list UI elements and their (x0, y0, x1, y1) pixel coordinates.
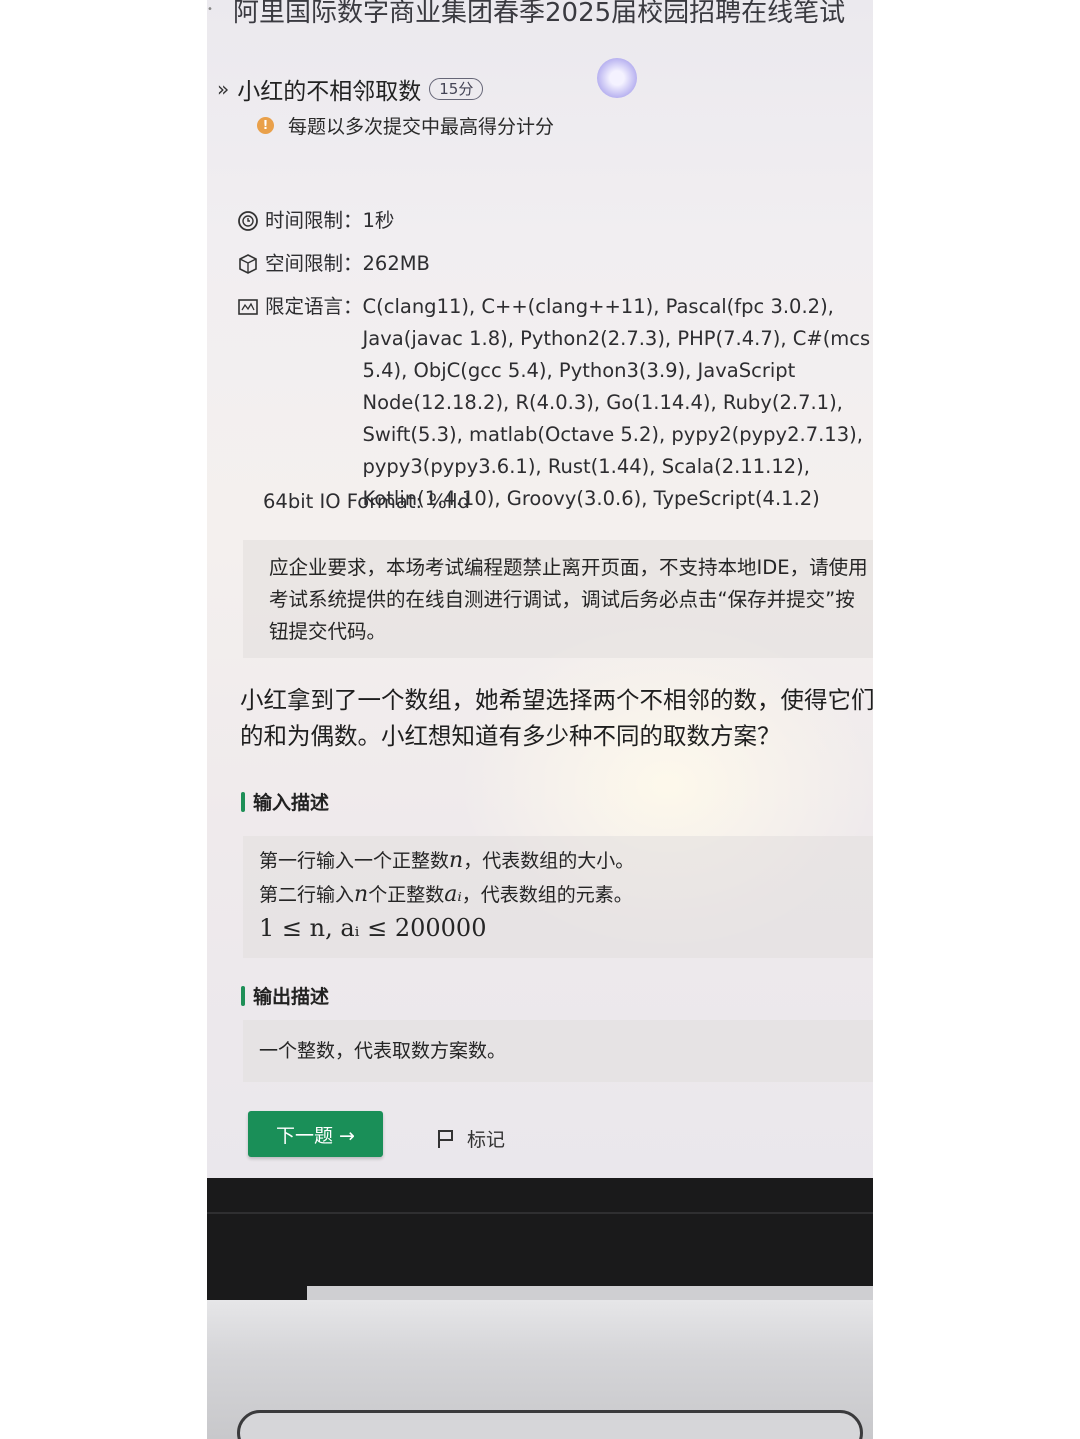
language-limit-value: C(clang11), C++(clang++11), Pascal(fpc 3… (362, 295, 871, 510)
input-line-1: 第一行输入一个正整数n，代表数组的大小。 (259, 848, 635, 873)
language-limit-label: 限定语言： (265, 295, 363, 318)
flag-icon (438, 1129, 453, 1148)
language-limit: 限定语言： C(clang11), C++(clang++11), Pascal… (237, 291, 873, 515)
mark-button[interactable]: 标记 (437, 1125, 505, 1152)
collapse-icon[interactable]: » (217, 79, 229, 99)
time-limit: 时间限制： 1秒 (237, 205, 873, 237)
input-line-2: 第二行输入n个正整数aᵢ，代表数组的元素。 (259, 882, 633, 907)
space-limit-value: 262MB (362, 252, 430, 275)
output-description: 一个整数，代表取数方案数。 (243, 1020, 873, 1082)
space-limit-label: 空间限制： (265, 252, 363, 275)
code-icon (238, 299, 258, 315)
input-section-header: 输入描述 (241, 788, 329, 815)
io-format: 64bit IO Format: %lld (263, 490, 470, 513)
space-limit: 空间限制： 262MB (237, 248, 873, 280)
scoring-notice-text: 每题以多次提交中最高得分计分 (288, 116, 555, 138)
output-heading: 输出描述 (253, 986, 330, 1008)
question-header: » 小红的不相邻取数 15分 (217, 72, 484, 106)
light-glare (597, 58, 637, 98)
clock-icon (238, 211, 258, 231)
problem-statement: 小红拿到了一个数组，她希望选择两个不相邻的数，使得它们的和为偶数。小红想知道有多… (240, 686, 873, 750)
scoring-notice: ! 每题以多次提交中最高得分计分 (257, 112, 554, 139)
warning-icon: ! (257, 117, 274, 134)
mark-label: 标记 (467, 1129, 506, 1151)
exam-title: 阿里国际数字商业集团春季2025届校园招聘在线笔试 (233, 0, 846, 28)
exam-screen: • 阿里国际数字商业集团春季2025届校园招聘在线笔试 » 小红的不相邻取数 1… (207, 0, 873, 1185)
question-title: 小红的不相邻取数 (237, 79, 422, 105)
input-heading: 输入描述 (253, 792, 330, 814)
exam-notice: 应企业要求，本场考试编程题禁止离开页面，不支持本地IDE，请使用考试系统提供的在… (243, 540, 873, 658)
section-accent-bar (241, 985, 245, 1006)
box-icon (239, 254, 257, 274)
time-limit-label: 时间限制： (265, 209, 363, 232)
input-constraint: 1 ≤ n, aᵢ ≤ 200000 (259, 914, 487, 942)
output-section-header: 输出描述 (241, 982, 329, 1009)
score-badge: 15分 (429, 78, 484, 100)
page-edge-mark: • (207, 4, 213, 15)
time-limit-value: 1秒 (362, 209, 395, 232)
photo-frame: • 阿里国际数字商业集团春季2025届校园招聘在线笔试 » 小红的不相邻取数 1… (207, 0, 873, 1439)
limits-list: 时间限制： 1秒 空间限制： 262MB 限定语言： C(clang11), C… (237, 205, 873, 526)
keyboard-edge (237, 1410, 863, 1439)
section-accent-bar (241, 791, 245, 812)
input-description: 第一行输入一个正整数n，代表数组的大小。 第二行输入n个正整数aᵢ，代表数组的元… (243, 836, 873, 958)
next-question-button[interactable]: 下一题 → (248, 1111, 383, 1157)
